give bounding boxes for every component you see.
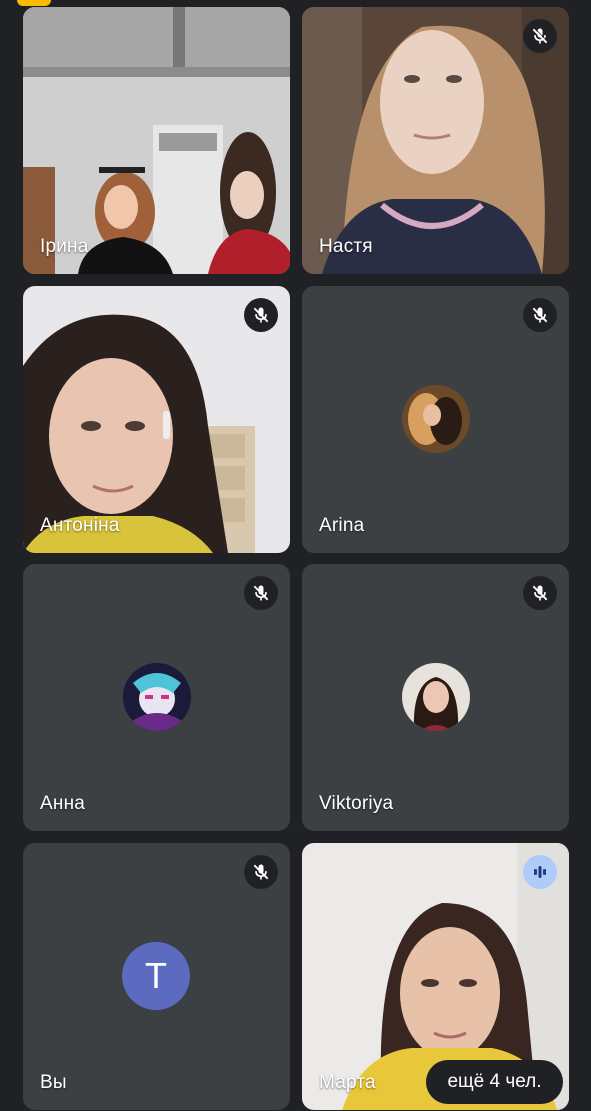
- participant-name: Viktoriya: [319, 793, 394, 814]
- top-indicator: [17, 0, 51, 6]
- mic-off-icon: [523, 298, 557, 332]
- participant-name: Ірина: [40, 236, 89, 257]
- avatar: T: [122, 942, 190, 1010]
- mic-off-icon: [244, 855, 278, 889]
- participant-name: Вы: [40, 1072, 67, 1093]
- participant-name: Анна: [40, 793, 86, 814]
- mic-off-icon: [523, 576, 557, 610]
- participant-name: Антоніна: [40, 515, 120, 536]
- participant-name: Марта: [319, 1072, 376, 1093]
- participant-name: Arina: [319, 515, 365, 536]
- participant-tile-irina[interactable]: Ірина: [23, 7, 290, 274]
- participant-tile-self[interactable]: T Вы: [23, 843, 290, 1110]
- mic-off-icon: [244, 298, 278, 332]
- participant-tile-anna[interactable]: Анна: [23, 564, 290, 831]
- more-participants-button[interactable]: ещё 4 чел.: [426, 1060, 563, 1104]
- avatar: [402, 385, 470, 453]
- mic-off-icon: [244, 576, 278, 610]
- participant-video: [23, 7, 290, 274]
- participant-tile-arina[interactable]: Arina: [302, 286, 569, 553]
- participant-tile-antonina[interactable]: Антоніна: [23, 286, 290, 553]
- audio-level-icon: [523, 855, 557, 889]
- participant-name: Настя: [319, 236, 373, 257]
- avatar: [402, 663, 470, 731]
- participant-tile-nastya[interactable]: Настя: [302, 7, 569, 274]
- avatar: [123, 663, 191, 731]
- participant-tile-viktoriya[interactable]: Viktoriya: [302, 564, 569, 831]
- mic-off-icon: [523, 19, 557, 53]
- meeting-grid: Ірина Настя Антоніна Arina Анна Viktoriy…: [0, 0, 591, 1111]
